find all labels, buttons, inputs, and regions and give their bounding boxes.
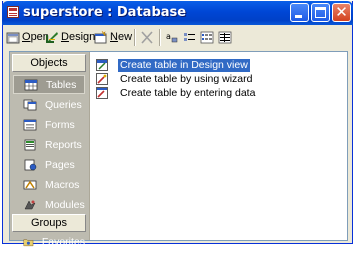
close-icon: ✕ — [335, 4, 348, 21]
list-item-label: Create table by entering data — [120, 86, 256, 99]
sidebar-item-label: Forms — [45, 118, 75, 131]
toolbar-separator — [134, 29, 136, 46]
database-icon — [7, 6, 19, 18]
sidebar-item-queries[interactable]: Queries — [13, 95, 85, 114]
maximize-button[interactable] — [311, 3, 330, 22]
sidebar-item-reports[interactable]: Reports — [13, 135, 85, 154]
table-icon — [24, 79, 38, 90]
design-view-icon — [96, 59, 108, 71]
toolbar: Open Design New a — [3, 25, 352, 49]
new-icon — [94, 30, 107, 43]
macro-icon — [23, 180, 37, 189]
minimize-button[interactable] — [290, 3, 309, 22]
delete-button[interactable] — [140, 29, 154, 45]
favorites-folder-icon — [23, 239, 34, 247]
sidebar-item-label: Macros — [45, 178, 80, 191]
groups-header[interactable]: Groups — [12, 214, 86, 232]
database-window: superstore : Database ✕ Open Design New … — [2, 1, 353, 248]
list-item[interactable]: Create table by entering data — [96, 86, 257, 100]
sidebar-item-label: Pages — [45, 158, 75, 171]
sidebar-item-label: Modules — [45, 198, 85, 211]
page-icon — [24, 159, 37, 170]
sidebar-group-label: Favorites — [41, 236, 85, 248]
minimize-icon — [295, 15, 302, 18]
large-icons-button[interactable]: a — [165, 29, 179, 45]
large-icons-icon: a — [166, 32, 178, 42]
new-button[interactable]: New — [94, 29, 132, 45]
objects-header[interactable]: Objects — [12, 54, 86, 72]
delete-icon — [141, 30, 153, 44]
sidebar-item-label: Queries — [45, 98, 82, 111]
new-label: New — [110, 31, 133, 43]
maximize-icon — [315, 7, 326, 18]
sidebar-item-label: Tables — [46, 78, 77, 91]
objects-bar: Objects Tables Queries Forms Reports Pag… — [10, 52, 90, 248]
sidebar-item-modules[interactable]: Modules — [13, 195, 85, 214]
svg-text:a: a — [166, 32, 171, 41]
list-item-label: Create table in Design view — [118, 58, 250, 72]
datasheet-icon — [96, 87, 108, 99]
close-button[interactable]: ✕ — [332, 3, 351, 22]
open-button[interactable]: Open — [6, 29, 49, 45]
design-label: Design — [61, 31, 96, 43]
toolbar-separator — [159, 29, 161, 46]
design-button[interactable]: Design — [45, 29, 95, 45]
sidebar-group-favorites[interactable]: Favorites — [13, 235, 85, 249]
details-icon — [218, 31, 232, 43]
sidebar-item-macros[interactable]: Macros — [13, 175, 85, 194]
list-item[interactable]: Create table in Design view — [96, 58, 250, 72]
report-icon — [24, 139, 36, 150]
sidebar-item-pages[interactable]: Pages — [13, 155, 85, 174]
form-icon — [23, 119, 37, 130]
small-icons-icon — [184, 32, 195, 41]
small-icons-button[interactable] — [183, 29, 197, 45]
sidebar-item-tables[interactable]: Tables — [13, 75, 85, 94]
window-title: superstore : Database — [23, 5, 187, 20]
title-bar[interactable]: superstore : Database ✕ — [2, 1, 353, 25]
wizard-icon — [96, 73, 108, 85]
design-icon — [46, 31, 58, 43]
list-item[interactable]: Create table by using wizard — [96, 72, 255, 86]
open-icon — [6, 32, 20, 43]
sidebar-item-label: Reports — [45, 138, 82, 151]
database-pane: Objects Tables Queries Forms Reports Pag… — [9, 51, 348, 248]
query-icon — [23, 99, 37, 110]
module-icon — [24, 199, 36, 209]
details-view-button[interactable] — [218, 29, 232, 45]
list-view-button[interactable] — [200, 29, 214, 45]
list-icon — [200, 31, 214, 43]
sidebar-item-forms[interactable]: Forms — [13, 115, 85, 134]
list-item-label: Create table by using wizard — [120, 72, 253, 85]
